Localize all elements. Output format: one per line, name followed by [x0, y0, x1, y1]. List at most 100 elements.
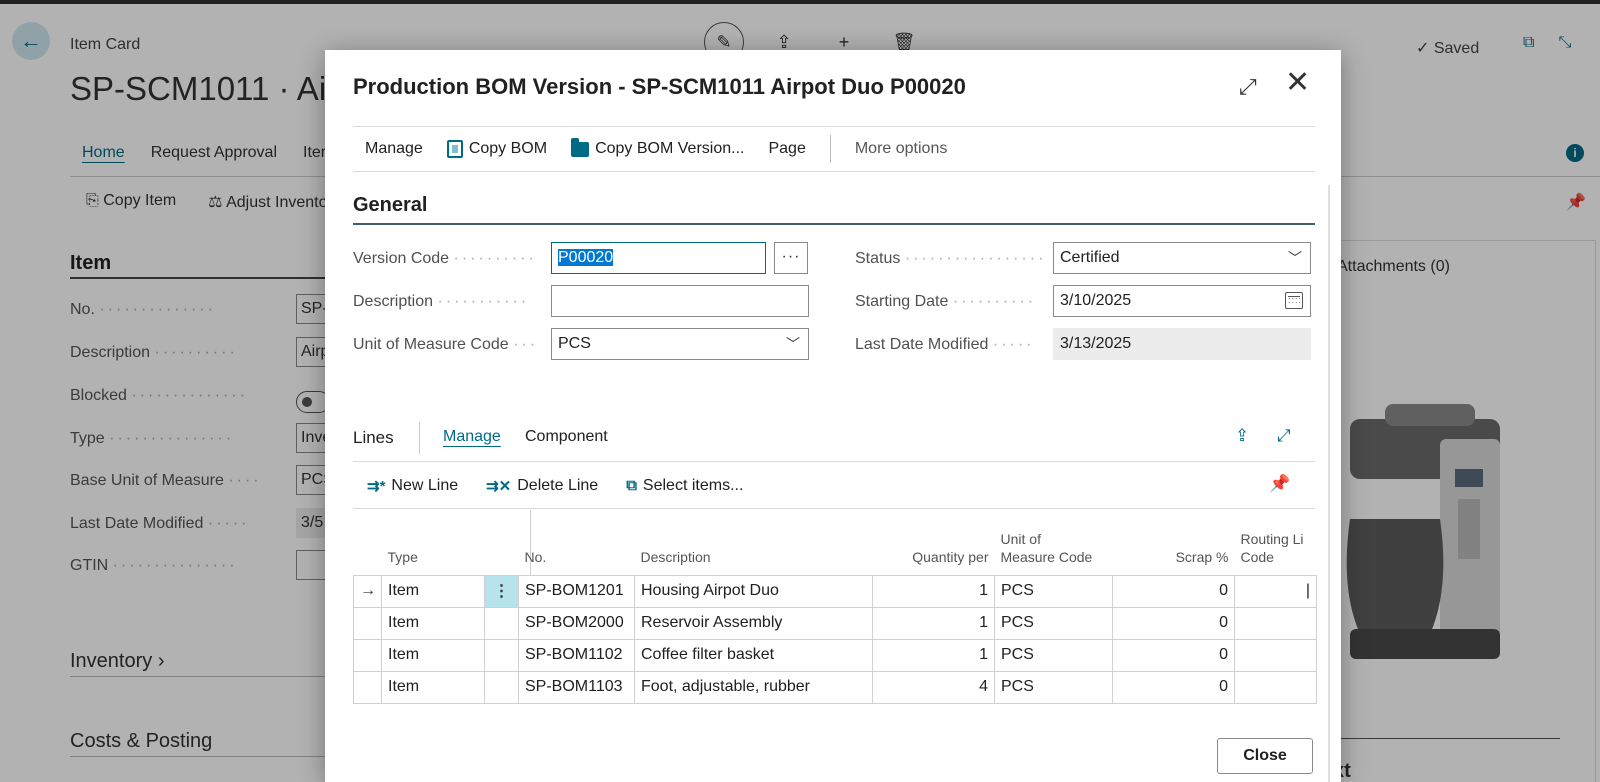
cell-type[interactable]: Item [381, 574, 485, 608]
last-modified-field: 3/13/2025 [1053, 328, 1311, 360]
table-row[interactable]: Item SP-BOM2000 Reservoir Assembly 1 PCS… [353, 606, 1317, 640]
row-menu-cell[interactable] [484, 606, 519, 640]
cell-uom[interactable]: PCS [994, 638, 1113, 672]
dialog-scrollbar[interactable] [1328, 185, 1330, 782]
cell-description[interactable]: Housing Airpot Duo [634, 574, 873, 608]
copy-bom-version-label: Copy BOM Version... [595, 140, 745, 157]
new-line-label: New Line [391, 476, 459, 494]
cell-description[interactable]: Coffee filter basket [634, 638, 873, 672]
cell-routing[interactable] [1234, 670, 1317, 704]
manage-menu[interactable]: Manage [353, 140, 435, 158]
cell-no[interactable]: SP-BOM1201 [518, 574, 635, 608]
action-separator [829, 135, 831, 163]
cell-description[interactable]: Foot, adjustable, rubber [634, 670, 873, 704]
production-bom-version-dialog: Production BOM Version - SP-SCM1011 Airp… [325, 50, 1341, 782]
row-indicator [353, 670, 382, 704]
select-items-icon: ⧉ [626, 477, 637, 494]
new-line-icon: ⇉* [367, 477, 386, 495]
cell-no[interactable]: SP-BOM1102 [518, 638, 635, 672]
uom-label: Unit of Measure Code ··· [353, 336, 539, 353]
status-select[interactable]: Certified ﹀ [1053, 242, 1311, 274]
cell-routing[interactable] [1234, 638, 1317, 672]
lines-tab-manage[interactable]: Manage [443, 428, 501, 446]
copy-bom-label: Copy BOM [468, 140, 548, 157]
table-row[interactable]: Item SP-BOM1102 Coffee filter basket 1 P… [353, 638, 1317, 672]
version-code-lookup-button[interactable]: ··· [774, 242, 808, 274]
cell-type[interactable]: Item [381, 670, 485, 704]
row-menu-cell[interactable] [484, 670, 519, 704]
close-icon[interactable]: ✕ [1285, 68, 1310, 98]
col-header-quantity[interactable]: Quantity per [873, 510, 995, 575]
starting-date-label: Starting Date ·········· [855, 293, 1037, 310]
table-row[interactable]: → Item ⋮ SP-BOM1201 Housing Airpot Duo 1… [353, 574, 1317, 608]
cell-no[interactable]: SP-BOM2000 [518, 606, 635, 640]
cell-quantity[interactable]: 1 [872, 606, 995, 640]
col-header-uom[interactable]: Unit of Measure Code [995, 510, 1113, 575]
general-section-header[interactable]: General [353, 194, 427, 217]
lines-separator [419, 422, 420, 454]
close-button[interactable]: Close [1217, 738, 1313, 774]
version-code-field[interactable]: P00020 [551, 242, 766, 274]
status-value: Certified [1060, 249, 1120, 266]
lines-header-bar: Lines Manage Component ⇪ ⤢ [353, 422, 1315, 462]
cell-description[interactable]: Reservoir Assembly [634, 606, 873, 640]
starting-date-value: 3/10/2025 [1060, 292, 1132, 309]
current-row-arrow-icon: → [353, 574, 382, 608]
table-row[interactable]: Item SP-BOM1103 Foot, adjustable, rubber… [353, 670, 1317, 704]
cell-uom[interactable]: PCS [994, 670, 1113, 704]
chevron-down-icon: ﹀ [786, 336, 800, 352]
expand-lines-icon[interactable]: ⤢ [1277, 426, 1291, 446]
lines-title: Lines [353, 428, 394, 447]
status-label: Status ················· [855, 250, 1045, 267]
lines-action-bar: ⇉* New Line ⇉✕ Delete Line ⧉ Select items..… [353, 463, 1315, 509]
col-header-no[interactable]: No. [519, 510, 635, 575]
cell-routing[interactable] [1234, 606, 1317, 640]
cell-quantity[interactable]: 1 [872, 574, 995, 608]
cell-quantity[interactable]: 1 [872, 638, 995, 672]
cell-quantity[interactable]: 4 [872, 670, 995, 704]
more-options-button[interactable]: More options [843, 140, 960, 158]
copy-bom-button[interactable]: Copy BOM [435, 140, 559, 158]
col-header-routing[interactable]: Routing Li Code [1235, 510, 1317, 575]
cell-uom[interactable]: PCS [994, 574, 1113, 608]
col-header-type[interactable]: Type [382, 510, 485, 575]
select-items-button[interactable]: ⧉ Select items... [612, 477, 757, 495]
row-indicator [353, 638, 382, 672]
cell-routing[interactable]: | [1234, 574, 1317, 608]
cell-scrap[interactable]: 0 [1112, 606, 1235, 640]
lines-tab-component[interactable]: Component [525, 428, 608, 446]
cell-scrap[interactable]: 0 [1112, 574, 1235, 608]
cell-uom[interactable]: PCS [994, 606, 1113, 640]
share-icon[interactable]: ⇪ [1235, 426, 1249, 446]
grid-header-row: Type No. Description Quantity per Unit o… [354, 510, 1317, 575]
general-section-underline [353, 223, 1315, 225]
expand-icon[interactable]: ⤢ [1239, 74, 1257, 100]
delete-line-button[interactable]: ⇉✕ Delete Line [472, 477, 612, 495]
copy-bom-version-button[interactable]: Copy BOM Version... [559, 137, 756, 158]
page-label: Page [768, 140, 806, 157]
starting-date-field[interactable]: 3/10/2025 [1053, 285, 1311, 317]
col-header-description[interactable]: Description [635, 510, 873, 575]
row-indicator [353, 606, 382, 640]
more-options-label: More options [854, 140, 948, 157]
cell-scrap[interactable]: 0 [1112, 670, 1235, 704]
description-field[interactable] [551, 285, 809, 317]
col-header-routing-line2: Code [1240, 549, 1274, 566]
col-header-scrap[interactable]: Scrap % [1113, 510, 1235, 575]
cell-type[interactable]: Item [381, 606, 485, 640]
row-menu-cell[interactable] [484, 638, 519, 672]
page-menu[interactable]: Page [756, 140, 817, 158]
bom-lines-grid: Type No. Description Quantity per Unit o… [353, 510, 1317, 704]
version-code-label: Version Code ·········· [353, 250, 537, 267]
select-items-label: Select items... [642, 476, 744, 494]
new-line-button[interactable]: ⇉* New Line [353, 477, 472, 495]
uom-select[interactable]: PCS ﹀ [551, 328, 809, 360]
calendar-icon[interactable] [1285, 292, 1303, 309]
row-menu-button[interactable]: ⋮ [484, 574, 519, 608]
pin-icon[interactable]: 📌 [1269, 474, 1290, 494]
cell-scrap[interactable]: 0 [1112, 638, 1235, 672]
dialog-action-bar: Manage Copy BOM Copy BOM Version... Page… [353, 126, 1315, 172]
col-header-uom-line2: Measure Code [1000, 549, 1093, 566]
cell-no[interactable]: SP-BOM1103 [518, 670, 635, 704]
cell-type[interactable]: Item [381, 638, 485, 672]
